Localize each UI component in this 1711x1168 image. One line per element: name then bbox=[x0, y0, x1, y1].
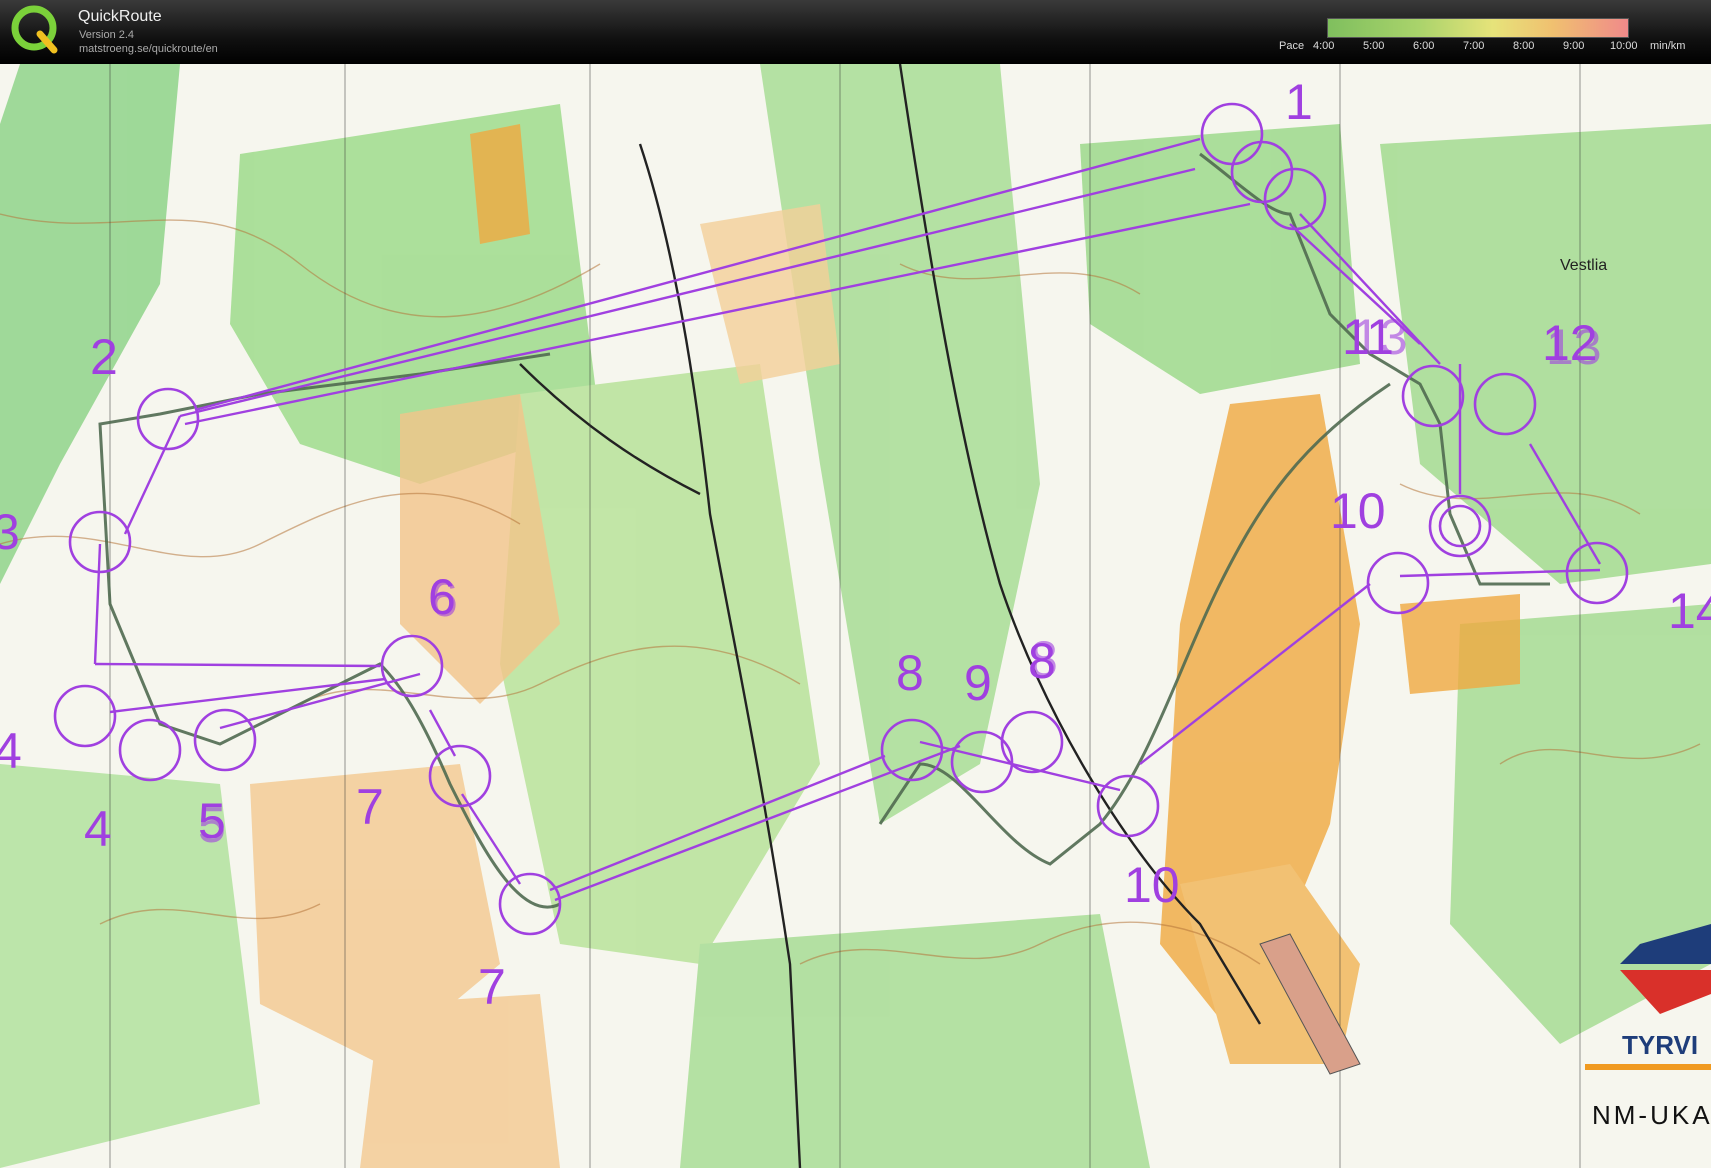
app-name: QuickRoute bbox=[78, 8, 162, 25]
control-number: 13 bbox=[1352, 309, 1408, 365]
control-number: 7 bbox=[356, 779, 384, 835]
control-number: 2 bbox=[90, 329, 118, 385]
pace-tick: 10:00 bbox=[1610, 40, 1638, 52]
pace-tick: 8:00 bbox=[1513, 40, 1535, 52]
app-version: Version 2.4 bbox=[79, 29, 135, 41]
pace-tick: 9:00 bbox=[1563, 40, 1585, 52]
sponsor-logo-text: TYRVI bbox=[1622, 1030, 1698, 1060]
pace-tick: 4:00 bbox=[1313, 40, 1335, 52]
map-canvas[interactable]: Vestlia 1 2 3 4 4 5 5 6 6 7 7 8 8 9 8 10… bbox=[0, 64, 1711, 1168]
pace-tick: 6:00 bbox=[1413, 40, 1435, 52]
control-number: 6 bbox=[430, 571, 458, 627]
control-number: 8 bbox=[896, 645, 924, 701]
quickroute-logo-icon bbox=[11, 5, 58, 54]
control-number: 4 bbox=[84, 801, 112, 857]
orienteering-map[interactable]: Vestlia 1 2 3 4 4 5 5 6 6 7 7 8 8 9 8 10… bbox=[0, 64, 1711, 1168]
control-number: 8 bbox=[1030, 631, 1058, 687]
control-number: 7 bbox=[478, 959, 506, 1015]
control-number: 3 bbox=[0, 504, 20, 560]
pace-tick: 7:00 bbox=[1463, 40, 1485, 52]
control-number: 5 bbox=[198, 797, 226, 853]
control-number: 10 bbox=[1330, 483, 1386, 539]
pace-label: Pace bbox=[1279, 40, 1305, 52]
control-number: 9 bbox=[964, 655, 992, 711]
event-text: NM-UKA bbox=[1592, 1100, 1711, 1130]
pace-tick: 5:00 bbox=[1363, 40, 1385, 52]
control-number: 10 bbox=[1124, 857, 1180, 913]
control-number: 14 bbox=[1668, 583, 1711, 639]
control-number: 1 bbox=[1285, 74, 1313, 130]
app-url[interactable]: matstroeng.se/quickroute/en bbox=[79, 43, 218, 55]
control-number: 13 bbox=[1546, 319, 1602, 375]
pace-color-scale bbox=[1327, 18, 1629, 38]
control-number: 4 bbox=[0, 723, 22, 779]
place-label: Vestlia bbox=[1560, 257, 1607, 274]
title-bar: QuickRoute Version 2.4 matstroeng.se/qui… bbox=[0, 0, 1711, 64]
pace-unit: min/km bbox=[1650, 40, 1686, 52]
